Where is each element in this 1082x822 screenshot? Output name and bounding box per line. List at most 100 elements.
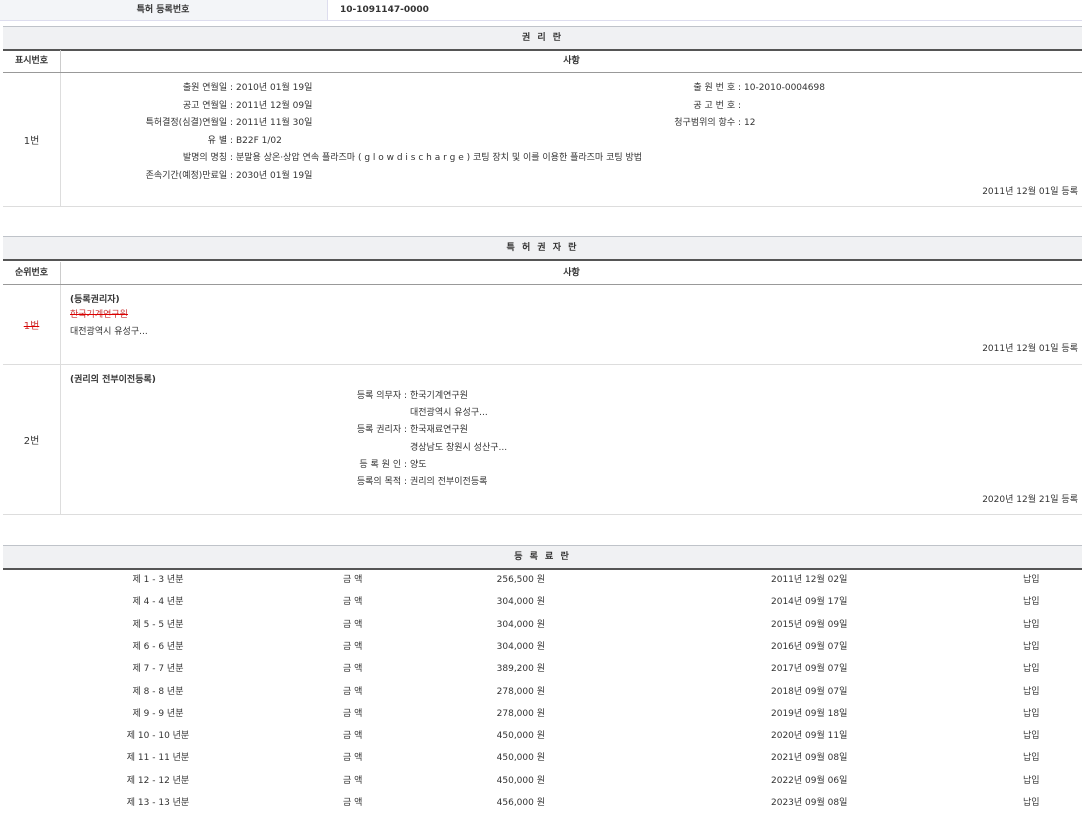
fee-row: 제 8 - 8 년분금 액278,000 원2018년 09월 07일납입 [3, 681, 1082, 703]
fee-amount-label: 금 액 [343, 681, 362, 703]
fee-row: 제 6 - 6 년분 금 액 304,000 원 2016년 09월 07일 납입 [3, 636, 1082, 658]
fee-period: 제 11 - 11 년분 [103, 747, 213, 769]
rights-section-title: 권 리 란 [3, 26, 1082, 51]
holders-matters-header: 사항 [61, 262, 1082, 284]
fee-amount: 278,000 원 [433, 681, 545, 703]
obligor: 한국기계연구원 [410, 389, 468, 403]
expiry-date: 2030년 01월 19일 [236, 169, 312, 183]
fee-period: 제 12 - 12 년분 [103, 770, 213, 792]
fee-period: 제 9 - 9 년분 [103, 703, 213, 725]
holder-row-2: 2번 (권리의 전부이전등록) 등록 의무자 : 한국기계연구원 대전광역시 유… [3, 365, 1082, 515]
fee-amount-label: 금 액 [343, 658, 362, 680]
fee-status: 납입 [1023, 770, 1040, 792]
obligor-address: 대전광역시 유성구... [410, 406, 488, 420]
rights-row-number: 1번 [3, 73, 61, 206]
registration-purpose: 권리의 전부이전등록 [410, 475, 487, 489]
rights-holder-label: 등록 권리자 : [253, 423, 407, 437]
decision-date-label: 특허결정(심결)연월일 : [63, 116, 233, 130]
fee-status: 납입 [1023, 747, 1040, 769]
holders-section-title: 특 허 권 자 란 [3, 236, 1082, 261]
obligor-label: 등록 의무자 : [253, 389, 407, 403]
fee-row: 제 11 - 11 년분금 액450,000 원2021년 09월 08일납입 [3, 747, 1082, 769]
decision-date: 2011년 11월 30일 [236, 116, 312, 130]
fee-status: 납입 [1023, 636, 1040, 658]
holder-row-1: 1번 (등록권리자) 한국기계연구원 대전광역시 유성구... 2011년 12… [3, 285, 1082, 365]
holders-column-header: 순위번호 사항 [3, 262, 1082, 285]
fee-amount-label: 금 액 [343, 747, 362, 769]
fee-status: 납입 [1023, 792, 1040, 814]
classification: B22F 1/02 [236, 134, 282, 148]
fee-amount-label: 금 액 [343, 614, 362, 636]
fee-amount-label: 금 액 [343, 569, 362, 591]
fee-status: 납입 [1023, 591, 1040, 613]
fee-period: 제 6 - 6 년분 [103, 636, 213, 658]
holder-row-2-type: (권리의 전부이전등록) [70, 373, 156, 387]
publication-number-label: 공 고 번 호 : [563, 99, 741, 113]
fee-amount: 256,500 원 [433, 569, 545, 591]
fee-row: 제 12 - 12 년분금 액450,000 원2022년 09월 06일납입 [3, 770, 1082, 792]
holder-row-2-registration-date: 2020년 12월 21일 등록 [982, 493, 1078, 507]
fee-amount: 450,000 원 [433, 770, 545, 792]
fee-status: 납입 [1023, 658, 1040, 680]
fee-amount-label: 금 액 [343, 770, 362, 792]
application-date-label: 출원 연월일 : [63, 81, 233, 95]
fee-row: 제 9 - 9 년분금 액278,000 원2019년 09월 18일납입 [3, 703, 1082, 725]
invention-title-label: 발명의 명칭 : [63, 151, 233, 165]
fee-row: 제 1 - 3 년분금 액256,500 원2011년 12월 02일납입 [3, 569, 1082, 591]
fee-row: 제 13 - 13 년분 금 액 456,000 원 2023년 09월 08일 납입 [3, 792, 1082, 814]
invention-title: 분말용 상온·상압 연속 플라즈마 ( g l o w d i s c h a … [236, 151, 642, 165]
fee-amount-label: 금 액 [343, 591, 362, 613]
publication-date: 2011년 12월 09일 [236, 99, 312, 113]
fee-paid-date: 2017년 09월 07일 [771, 658, 847, 680]
fee-status: 납입 [1023, 725, 1040, 747]
fee-period: 제 5 - 5 년분 [103, 614, 213, 636]
fee-period: 제 10 - 10 년분 [103, 725, 213, 747]
registration-number-value: 10-1091147-0000 [327, 0, 1082, 20]
claims-count: 12 [744, 116, 755, 130]
rights-registration-date: 2011년 12월 01일 등록 [982, 185, 1078, 199]
fee-amount: 456,000 원 [433, 792, 545, 814]
expiry-date-label: 존속기간(예정)만료일 : [63, 169, 233, 183]
fee-paid-date: 2011년 12월 02일 [771, 569, 847, 591]
fees-section-title: 등 록 료 란 [3, 545, 1082, 570]
registration-number-label: 특허 등록번호 [0, 0, 326, 20]
fee-amount: 389,200 원 [433, 658, 545, 680]
holder-row-2-number: 2번 [3, 365, 61, 514]
fee-period: 제 4 - 4 년분 [103, 591, 213, 613]
fee-paid-date: 2023년 09월 08일 [771, 792, 847, 814]
holder-row-1-number: 1번 [3, 285, 61, 364]
fee-row: 제 4 - 4 년분 금 액 304,000 원 2014년 09월 17일 납입 [3, 591, 1082, 613]
classification-label: 유 별 : [63, 134, 233, 148]
fee-amount-label: 금 액 [343, 792, 362, 814]
application-date: 2010년 01월 19일 [236, 81, 312, 95]
rank-number-header: 순위번호 [3, 262, 61, 284]
fee-amount: 304,000 원 [433, 591, 545, 613]
holder-row-1-address: 대전광역시 유성구... [70, 325, 148, 339]
registration-purpose-label: 등록의 목적 : [253, 475, 407, 489]
fee-amount: 304,000 원 [433, 614, 545, 636]
fee-row: 제 5 - 5 년분금 액304,000 원2015년 09월 09일납입 [3, 614, 1082, 636]
registration-cause: 양도 [410, 458, 427, 472]
publication-date-label: 공고 연월일 : [63, 99, 233, 113]
holder-row-1-registration-date: 2011년 12월 01일 등록 [982, 342, 1078, 356]
fee-amount-label: 금 액 [343, 636, 362, 658]
fee-amount-label: 금 액 [343, 725, 362, 747]
rights-holder-address: 경상남도 창원시 성산구... [410, 441, 507, 455]
fee-period: 제 7 - 7 년분 [103, 658, 213, 680]
fee-paid-date: 2016년 09월 07일 [771, 636, 847, 658]
fee-row: 제 7 - 7 년분 금 액 389,200 원 2017년 09월 07일 납입 [3, 658, 1082, 680]
display-number-header: 표시번호 [3, 50, 61, 72]
fee-period: 제 8 - 8 년분 [103, 681, 213, 703]
application-number: 10-2010-0004698 [744, 81, 825, 95]
rights-column-header: 표시번호 사항 [3, 50, 1082, 73]
fee-amount-label: 금 액 [343, 703, 362, 725]
fee-row: 제 10 - 10 년분금 액450,000 원2020년 09월 11일납입 [3, 725, 1082, 747]
fee-amount: 304,000 원 [433, 636, 545, 658]
application-number-label: 출 원 번 호 : [563, 81, 741, 95]
fee-period: 제 13 - 13 년분 [103, 792, 213, 814]
fee-paid-date: 2020년 09월 11일 [771, 725, 847, 747]
holder-row-1-type: (등록권리자) [70, 293, 120, 307]
fee-paid-date: 2014년 09월 17일 [771, 591, 847, 613]
fee-status: 납입 [1023, 614, 1040, 636]
registration-number-bar: 특허 등록번호 10-1091147-0000 [0, 0, 1082, 21]
